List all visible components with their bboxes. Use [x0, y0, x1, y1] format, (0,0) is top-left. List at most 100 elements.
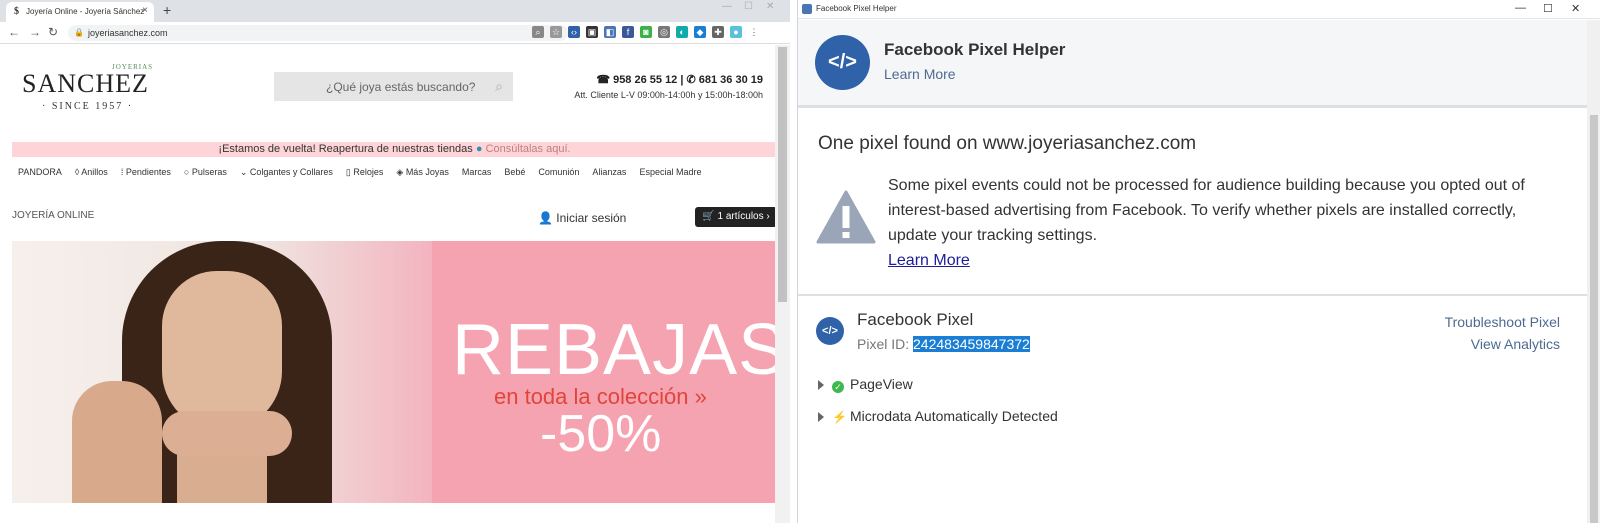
helper-titlebar: Facebook Pixel Helper — ☐ ✕	[798, 0, 1600, 19]
zoom-icon[interactable]: ⌕	[532, 26, 544, 38]
helper-scrollbar[interactable]	[1587, 20, 1600, 523]
scrollbar-thumb[interactable]	[1590, 115, 1598, 523]
logo-since: · SINCE 1957 ·	[42, 101, 134, 112]
lightning-icon: ⚡	[832, 410, 847, 424]
globe-icon: ●	[475, 143, 483, 155]
page-scrollbar[interactable]	[775, 45, 790, 523]
warning-learn-more-link[interactable]: Learn More	[888, 248, 1568, 273]
menu-item-anillos[interactable]: ◊ Anillos	[75, 167, 108, 178]
scrollbar-thumb[interactable]	[778, 47, 787, 302]
cart-button[interactable]: 🛒 1 artículos ›	[695, 207, 777, 227]
search-input[interactable]: ¿Qué joya estás buscando? ⌕	[274, 72, 513, 101]
contact-phones: ☎ 958 26 55 12 | ✆ 681 36 30 19	[596, 74, 763, 86]
troubleshoot-pixel-link[interactable]: Troubleshoot Pixel	[1445, 314, 1560, 330]
extension-icon[interactable]: ●	[730, 26, 742, 38]
close-window-icon[interactable]: ✕	[1571, 2, 1580, 15]
browser-tab[interactable]: $ Joyería Online - Joyería Sánchez ×	[6, 2, 154, 22]
user-icon: 👤	[538, 211, 553, 225]
pixel-helper-extension-icon[interactable]: ‹›	[568, 26, 580, 38]
site-favicon-icon: $	[14, 6, 19, 17]
model-face	[162, 271, 282, 431]
warning-message: Some pixel events could not be processed…	[888, 173, 1568, 273]
pixel-name: Facebook Pixel	[857, 310, 974, 329]
menu-item-pandora[interactable]: PANDORA	[18, 167, 62, 178]
search-icon[interactable]: ⌕	[495, 78, 503, 95]
menu-item-comunion[interactable]: Comunión	[538, 167, 579, 178]
menu-item-relojes[interactable]: ▯ Relojes	[346, 167, 383, 178]
forward-button[interactable]: →	[29, 25, 41, 39]
view-analytics-link[interactable]: View Analytics	[1471, 336, 1560, 352]
extension-icon[interactable]: ◆	[694, 26, 706, 38]
facebook-icon[interactable]: f	[622, 26, 634, 38]
minimize-icon[interactable]: —	[722, 1, 732, 12]
header-learn-more-link[interactable]: Learn More	[884, 66, 956, 82]
expand-arrow-icon[interactable]	[818, 380, 824, 390]
extension-icon[interactable]: ▣	[586, 26, 598, 38]
login-link[interactable]: 👤 Iniciar sesión	[538, 211, 626, 225]
menu-item-mas-joyas[interactable]: ◈ Más Joyas	[396, 167, 448, 178]
extension-icon[interactable]: ◙	[640, 26, 652, 38]
lock-icon: 🔒	[74, 28, 84, 37]
site-logo[interactable]: JOYERIAS SANCHEZ · SINCE 1957 ·	[20, 55, 160, 115]
puzzle-icon[interactable]: ✚	[712, 26, 724, 38]
search-placeholder: ¿Qué joya estás buscando?	[326, 80, 476, 94]
logo-name: SANCHEZ	[22, 69, 149, 98]
pixel-id-value[interactable]: 242483459847372	[913, 336, 1030, 352]
url-text: joyeriasanchez.com	[88, 28, 168, 38]
divider	[798, 294, 1587, 296]
customer-service-hours: Att. Cliente L-V 09:00h-14:00h y 15:00h-…	[574, 90, 763, 100]
menu-item-bebe[interactable]: Bebé	[504, 167, 525, 178]
model-photo	[12, 241, 432, 503]
code-icon: </>	[815, 35, 870, 90]
web-page: JOYERIAS SANCHEZ · SINCE 1957 · ¿Qué joy…	[0, 45, 777, 523]
promo-banner: ¡Estamos de vuelta! Reapertura de nuestr…	[12, 142, 777, 157]
reload-button[interactable]: ↻	[48, 25, 58, 39]
tab-close-icon[interactable]: ×	[142, 5, 148, 16]
extension-icons: ⌕ ☆ ‹› ▣ ◧ f ◙ ◎ ◐ ◆ ✚ ● ⋮	[532, 26, 760, 40]
sale-banner[interactable]: REBAJAS en toda la colección » -50%	[12, 241, 777, 503]
event-name: PageView	[850, 376, 913, 392]
banner-headline: REBAJAS	[452, 310, 777, 390]
tab-strip: $ Joyería Online - Joyería Sánchez × + —…	[0, 0, 790, 22]
maximize-icon[interactable]: ☐	[744, 1, 753, 12]
extension-icon[interactable]: ◧	[604, 26, 616, 38]
cart-icon: 🛒	[702, 211, 715, 222]
minimize-icon[interactable]: —	[1515, 2, 1526, 14]
menu-item-alianzas[interactable]: Alianzas	[592, 167, 626, 178]
model-hands	[162, 411, 292, 456]
pixel-helper-window: Facebook Pixel Helper — ☐ ✕ </> Facebook…	[797, 0, 1600, 523]
extension-icon[interactable]: ◐	[676, 26, 688, 38]
helper-title: Facebook Pixel Helper	[884, 40, 1066, 59]
toolbar: ← → ↻ 🔒 joyeriasanchez.com ⌕ ☆ ‹› ▣ ◧ f …	[0, 22, 790, 44]
menu-icon[interactable]: ⋮	[748, 26, 760, 38]
close-window-icon[interactable]: ✕	[766, 1, 774, 12]
pixel-code-icon: </>	[816, 317, 844, 345]
pixel-found-message: One pixel found on www.joyeriasanchez.co…	[818, 133, 1197, 154]
event-name: Microdata Automatically Detected	[850, 408, 1058, 424]
menu-item-colgantes[interactable]: ⌄ Colgantes y Collares	[240, 167, 333, 178]
warning-text: Some pixel events could not be processed…	[888, 177, 1525, 244]
menu-item-especial-madre[interactable]: Especial Madre	[639, 167, 701, 178]
back-button[interactable]: ←	[8, 25, 20, 39]
menu-item-marcas[interactable]: Marcas	[462, 167, 492, 178]
menu-item-pulseras[interactable]: ○ Pulseras	[184, 167, 227, 178]
banner-discount: -50%	[540, 405, 662, 463]
new-tab-button[interactable]: +	[163, 2, 171, 18]
star-icon[interactable]: ☆	[550, 26, 562, 38]
helper-header: </> Facebook Pixel Helper Learn More	[798, 20, 1587, 108]
extension-icon[interactable]: ◎	[658, 26, 670, 38]
helper-window-title: Facebook Pixel Helper	[816, 4, 897, 13]
main-menu: PANDORA ◊ Anillos ⁞ Pendientes ○ Pulsera…	[18, 167, 701, 178]
promo-link[interactable]: Consúltalas aquí.	[486, 143, 571, 155]
warning-icon	[816, 190, 876, 244]
event-row-microdata[interactable]: ⚡ Microdata Automatically Detected	[818, 408, 1058, 424]
menu-item-pendientes[interactable]: ⁞ Pendientes	[121, 167, 171, 178]
pixel-id-row: Pixel ID: 242483459847372	[857, 336, 1030, 352]
chrome-browser-window: $ Joyería Online - Joyería Sánchez × + —…	[0, 0, 790, 523]
expand-arrow-icon[interactable]	[818, 412, 824, 422]
check-icon: ✓	[832, 381, 844, 393]
address-bar[interactable]: 🔒 joyeriasanchez.com	[68, 25, 568, 41]
event-row-pageview[interactable]: ✓ PageView	[818, 376, 913, 393]
model-arm	[72, 381, 162, 503]
maximize-icon[interactable]: ☐	[1543, 2, 1553, 15]
